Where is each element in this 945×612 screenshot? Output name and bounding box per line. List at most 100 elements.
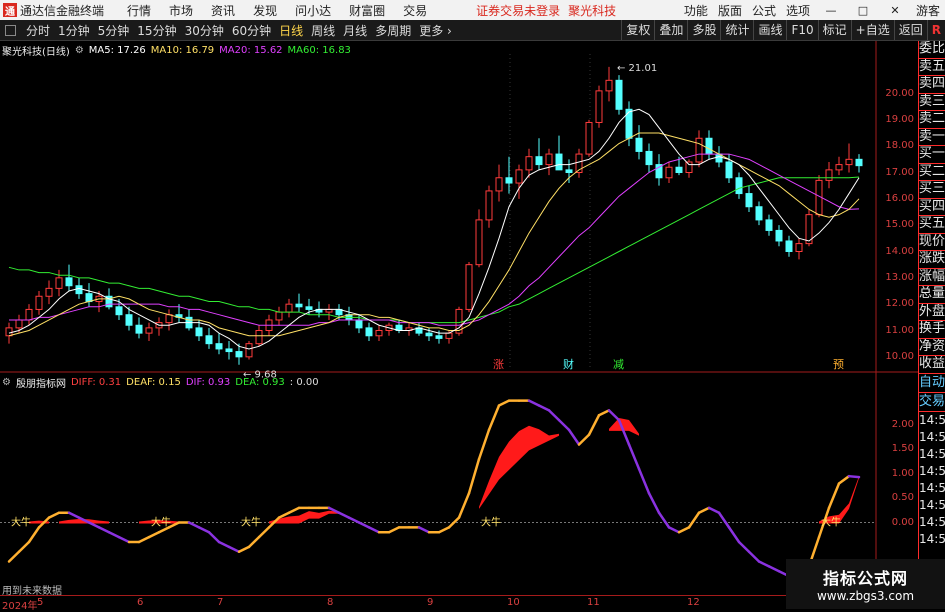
indicator-axis-label: 0.00 [891, 516, 914, 528]
side-panel-item-8[interactable]: 买三 [919, 181, 945, 199]
side-panel-item-3[interactable]: 卖三 [919, 94, 945, 111]
candle-body [705, 137, 713, 155]
watermark-url: www.zbgs3.com [816, 589, 915, 603]
side-panel-item-15[interactable]: 外盘 [919, 304, 945, 321]
candle-body [85, 293, 93, 303]
indicator-dif-segment [287, 506, 301, 514]
ma5-line [8, 108, 860, 350]
indicator-dif-segment [207, 531, 221, 544]
side-panel-lower-1[interactable]: 交易 [919, 393, 945, 412]
date-year: 2024年 [2, 601, 38, 612]
candle-body [545, 153, 553, 166]
side-panel-item-14[interactable]: 总量 [919, 286, 945, 304]
legend-gear-icon[interactable]: ⚙ [75, 45, 84, 56]
side-panel-item-18[interactable]: 收益 [919, 356, 945, 374]
indicator-dif-segment [47, 511, 61, 519]
indicator-dif-segment [237, 545, 251, 553]
side-panel-item-6[interactable]: 买一 [919, 146, 945, 164]
candle-body [695, 137, 703, 163]
side-panel-time-0: 14:56 [919, 412, 945, 427]
side-panel-time-7: 14:56 [919, 531, 945, 546]
side-panel-item-10[interactable]: 买五 [919, 216, 945, 234]
indicator-dif-segment [217, 540, 231, 549]
signal-label-0: 涨 [493, 358, 504, 371]
indicator-dif-segment [727, 526, 741, 544]
candle-body [275, 311, 283, 321]
side-panel-item-9[interactable]: 买四 [919, 199, 945, 216]
candle-body [845, 158, 853, 166]
indicator-dif-segment [847, 474, 861, 479]
indicator-dif-segment [417, 526, 431, 534]
ind-gear-icon[interactable]: ⚙ [2, 377, 11, 388]
price-axis-label: 19.00 [885, 113, 914, 125]
side-panel-item-5[interactable]: 卖一 [919, 129, 945, 146]
side-panel-item-2[interactable]: 卖四 [919, 76, 945, 94]
indicator-dif-segment [587, 414, 601, 436]
side-panel-item-12[interactable]: 涨跌 [919, 251, 945, 269]
indicator-dif-segment [67, 511, 81, 519]
price-axis-label: 13.00 [885, 271, 914, 283]
candle-body [825, 169, 833, 181]
indicator-dif-segment [607, 409, 621, 422]
candle-body [45, 287, 53, 297]
side-panel-item-13[interactable]: 涨幅 [919, 269, 945, 286]
indicator-axis-label: 1.50 [891, 443, 914, 455]
candle-body [55, 277, 63, 289]
dasheng-signal-0: 大牛 [11, 516, 31, 529]
side-panel-time-6: 14:56 [919, 514, 945, 529]
date-month-6: 11 [587, 597, 600, 608]
price-axis-label: 10.00 [885, 350, 914, 362]
candle-body [445, 332, 453, 339]
candle-body [645, 150, 653, 166]
candle-body [555, 153, 563, 171]
indicator-dif-segment [717, 511, 731, 529]
side-panel-item-0[interactable]: 委比 [919, 41, 945, 59]
indicator-dif-segment [367, 526, 381, 534]
legend-ma5: MA5: 17.26 [88, 45, 146, 56]
side-panel-item-11[interactable]: 现价 [919, 234, 945, 251]
indicator-dif-segment [557, 418, 571, 432]
candle-body [145, 327, 153, 334]
candle-body [745, 193, 753, 208]
date-month-3: 8 [327, 597, 334, 608]
indicator-dif-segment [537, 404, 551, 412]
side-panel-time-5: 14:56 [919, 497, 945, 512]
signal-label-2: 减 [613, 358, 624, 371]
price-axis-label: 20.00 [885, 87, 914, 99]
indicator-dif-segment [697, 506, 711, 514]
date-month-4: 9 [427, 597, 434, 608]
indicator-dif-segment [387, 526, 401, 534]
legend-dea: DEA: 0.93 [235, 377, 285, 388]
candle-body [765, 219, 773, 231]
indicator-dif-segment [227, 545, 241, 553]
side-panel-item-4[interactable]: 卖二 [919, 111, 945, 129]
high-price-label: ← 21.01 [617, 63, 657, 74]
indicator-dif-segment [477, 428, 491, 461]
date-month-5: 10 [507, 597, 520, 608]
side-panel-item-1[interactable]: 卖五 [919, 59, 945, 76]
ma20-line [9, 153, 860, 326]
side-panel-lower-0[interactable]: 自动 [919, 374, 945, 393]
candle-body [465, 264, 473, 310]
candle-body [245, 343, 253, 358]
side-panel-item-17[interactable]: 净资 [919, 339, 945, 356]
candle-body [425, 332, 433, 337]
candle-body [195, 327, 203, 337]
indicator-dif-segment [687, 511, 701, 529]
dasheng-signal-1: 大牛 [151, 516, 171, 529]
main-legend-title: 聚光科技(日线) [2, 47, 70, 58]
candle-body [205, 335, 213, 345]
candle-body [115, 306, 123, 316]
indicator-dif-segment [597, 409, 611, 417]
candle-body [235, 351, 243, 358]
candle-body [165, 314, 173, 324]
indicator-dif-segment [337, 511, 351, 519]
candle-body [75, 285, 83, 295]
chart-canvas[interactable]: ← 21.01← 9.68涨财减预大牛 大牛 大牛 大牛 大牛 [0, 0, 945, 609]
side-panel-item-16[interactable]: 换手 [919, 321, 945, 339]
indicator-dif-segment [137, 535, 151, 544]
indicator-dif-segment [837, 474, 851, 485]
side-panel-item-7[interactable]: 买二 [919, 164, 945, 181]
candle-body [515, 169, 523, 184]
ma60-line [8, 176, 860, 324]
